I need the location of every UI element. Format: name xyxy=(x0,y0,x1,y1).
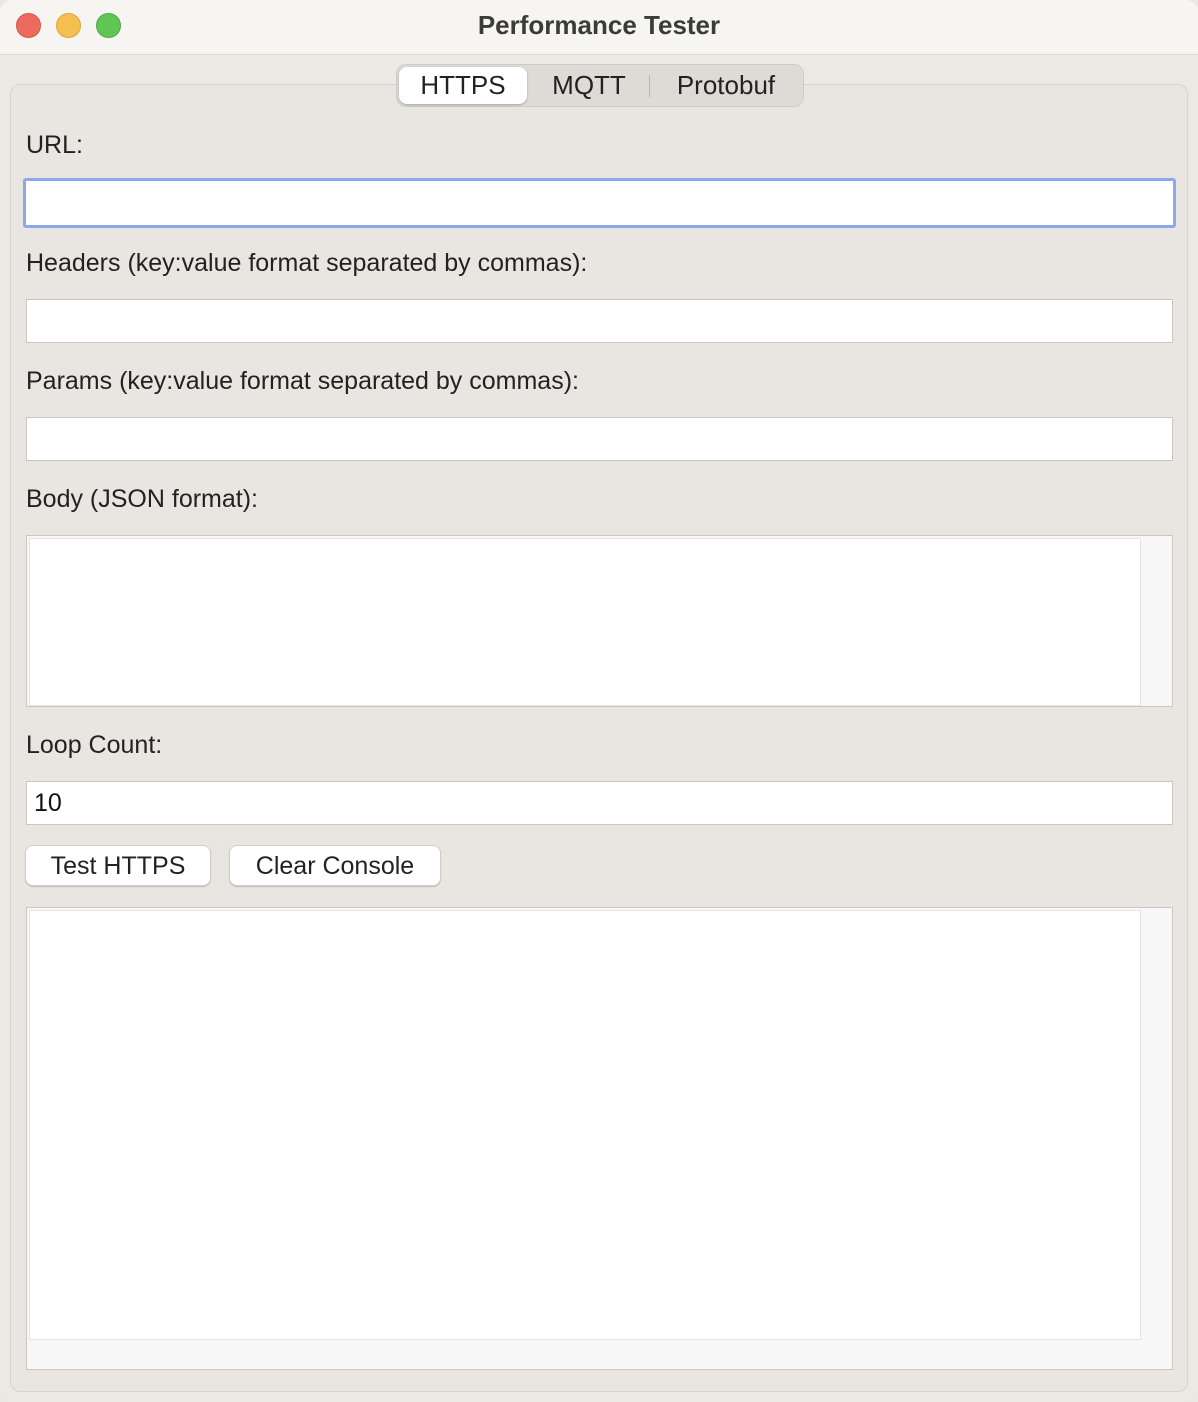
body-label: Body (JSON format): xyxy=(26,485,258,513)
params-input[interactable] xyxy=(26,417,1173,461)
headers-label: Headers (key:value format separated by c… xyxy=(26,249,588,277)
tab-https[interactable]: HTTPS xyxy=(399,67,527,104)
tab-separator xyxy=(649,75,650,97)
window-title: Performance Tester xyxy=(477,10,721,40)
loop-count-input[interactable]: 10 xyxy=(26,781,1173,825)
body-textarea[interactable] xyxy=(26,535,1173,707)
clear-console-button[interactable]: Clear Console xyxy=(229,845,441,886)
params-label: Params (key:value format separated by co… xyxy=(26,367,579,395)
url-input[interactable] xyxy=(23,178,1176,228)
title-bar: Performance Tester xyxy=(0,0,1198,55)
tab-protobuf[interactable]: Protobuf xyxy=(653,67,799,104)
app-window: Performance Tester HTTPS MQTT Protobuf U… xyxy=(0,0,1198,1402)
body-text-area[interactable] xyxy=(29,538,1141,706)
loop-count-label: Loop Count: xyxy=(26,731,163,759)
url-label: URL: xyxy=(26,131,83,159)
test-https-button[interactable]: Test HTTPS xyxy=(25,845,211,886)
console-output[interactable] xyxy=(26,907,1173,1370)
headers-input[interactable] xyxy=(26,299,1173,343)
tab-mqtt[interactable]: MQTT xyxy=(531,67,647,104)
protocol-tabs: HTTPS MQTT Protobuf xyxy=(396,64,804,107)
console-text-area[interactable] xyxy=(29,910,1141,1340)
